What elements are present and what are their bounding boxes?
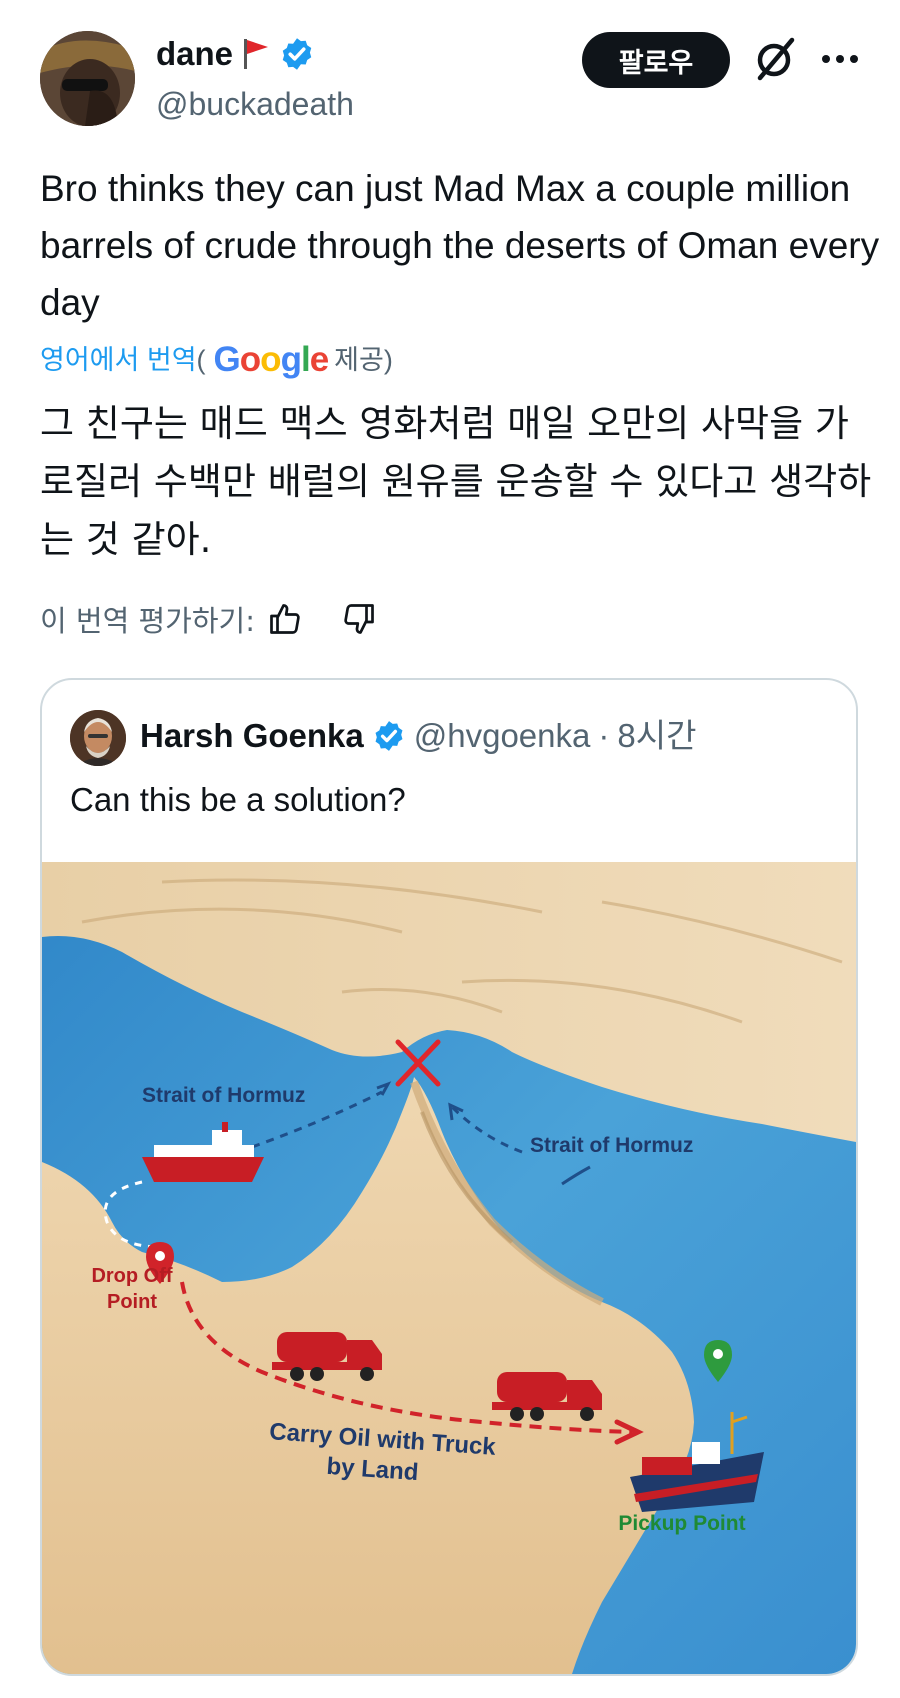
verified-badge-icon	[375, 721, 403, 751]
map-label-dropoff-line2: Point	[107, 1291, 157, 1313]
quoted-author-avatar[interactable]	[70, 710, 126, 766]
map-label-pickup: Pickup Point	[618, 1512, 745, 1535]
verified-badge-icon	[282, 38, 312, 70]
rate-translation-row: 이 번역 평가하기:	[40, 598, 377, 640]
author-handle[interactable]: @buckadeath	[156, 84, 354, 124]
google-logo: Google	[213, 340, 330, 379]
thumbs-up-icon[interactable]	[267, 601, 303, 637]
quoted-author-handle[interactable]: @hvgoenka	[414, 714, 591, 758]
quoted-author-row: Harsh Goenka @hvgoenka · 8시간	[140, 714, 696, 758]
quoted-author-name[interactable]: Harsh Goenka	[140, 714, 364, 758]
translated-from-link[interactable]: 영어에서 번역	[40, 338, 197, 382]
follow-button[interactable]: 팔로우	[582, 32, 730, 88]
map-label-strait-left: Strait of Hormuz	[142, 1084, 305, 1107]
meta-separator: ·	[598, 717, 610, 754]
thumbs-down-icon[interactable]	[341, 601, 377, 637]
quoted-tweet-card[interactable]: Harsh Goenka @hvgoenka · 8시간 Can this be…	[40, 678, 858, 1676]
red-flag-icon	[244, 39, 269, 69]
rate-translation-label: 이 번역 평가하기:	[40, 604, 255, 638]
hormuz-map-image[interactable]: Strait of Hormuz Strait of Hormuz Drop O…	[42, 862, 856, 1674]
grok-icon[interactable]	[752, 36, 798, 82]
author-avatar[interactable]	[40, 31, 135, 126]
map-label-dropoff-line1: Drop Off	[91, 1265, 172, 1287]
quoted-timestamp[interactable]: 8시간	[617, 714, 696, 758]
translation-attribution: 영어에서 번역 ( Google 제공)	[40, 338, 393, 382]
translated-text: 그 친구는 매드 맥스 영화처럼 매일 오만의 사막을 가로질러 수백만 배럴의…	[40, 402, 872, 561]
author-name[interactable]: dane	[156, 34, 233, 74]
map-label-strait-right: Strait of Hormuz	[530, 1134, 693, 1157]
quoted-tweet-text: Can this be a solution?	[70, 781, 406, 818]
tweet-text: Bro thinks they can just Mad Max a coupl…	[40, 168, 880, 323]
author-name-row[interactable]: dane	[156, 34, 315, 74]
translation-paren-open: (	[196, 345, 206, 375]
translation-provided-label: 제공)	[334, 345, 393, 375]
more-icon[interactable]	[818, 44, 862, 74]
